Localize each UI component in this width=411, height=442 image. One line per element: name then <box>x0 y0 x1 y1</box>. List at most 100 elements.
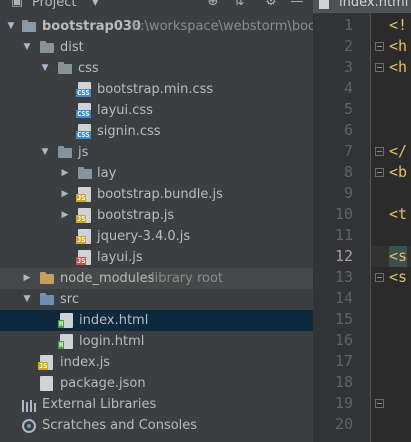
project-view-selector[interactable]: Project <box>32 0 76 12</box>
chevron-down-icon[interactable]: ▼ <box>22 37 32 58</box>
collapse-all-icon[interactable]: ⇅ <box>232 0 246 9</box>
tree-item-css[interactable]: ▼ css <box>0 58 313 79</box>
code-line[interactable]: <s <box>389 267 407 288</box>
folder-icon <box>40 41 54 53</box>
line-number: 10 <box>334 205 353 223</box>
fold-marker-icon[interactable] <box>375 147 384 156</box>
tree-item-label: bootstrap.js <box>97 208 175 223</box>
line-number: 15 <box>334 310 353 328</box>
project-path: E:\workspace\webstorm\bootst <box>132 19 313 34</box>
folder-icon <box>22 20 36 32</box>
line-number: 3 <box>343 58 353 76</box>
tree-item-index-js[interactable]: JS index.js <box>0 352 313 373</box>
line-number: 13 <box>334 268 353 286</box>
tree-item-layui-css[interactable]: CSS layui.css <box>0 100 313 121</box>
tree-item-bootstrap-js[interactable]: ▶ JS bootstrap.js <box>0 205 313 226</box>
chevron-right-icon[interactable]: ▶ <box>60 163 70 184</box>
chevron-right-icon[interactable]: ▶ <box>22 268 32 289</box>
tree-item-external-libraries[interactable]: External Libraries <box>0 394 313 415</box>
html-file-icon: H <box>58 334 73 349</box>
tree-item-layui-js[interactable]: JS layui.js <box>0 247 313 268</box>
html-file-icon: H <box>58 313 73 328</box>
css-file-icon: CSS <box>76 103 91 118</box>
fold-marker-icon[interactable] <box>375 168 384 177</box>
folder-icon <box>78 167 92 179</box>
code-line[interactable]: <s <box>389 246 408 267</box>
tree-item-signin-css[interactable]: CSS signin.css <box>0 121 313 142</box>
gear-icon[interactable]: ⚙ <box>264 0 278 9</box>
tree-item-index-html[interactable]: H index.html <box>0 310 313 331</box>
fold-marker-icon[interactable] <box>375 273 384 282</box>
html-file-icon <box>319 0 329 9</box>
tree-item-scratches-and-consoles[interactable]: Scratches and Consoles <box>0 415 313 436</box>
code-line[interactable]: <t <box>389 204 407 225</box>
folder-icon <box>40 293 54 305</box>
locate-icon[interactable]: ⊕ <box>206 0 220 9</box>
tree-item-label: login.html <box>79 334 145 349</box>
tree-item-lay[interactable]: ▶ lay <box>0 163 313 184</box>
tab-index-html[interactable]: index.html <box>313 0 411 12</box>
fold-marker-icon[interactable] <box>375 42 384 51</box>
tree-item-jquery-js[interactable]: JS jquery-3.4.0.js <box>0 226 313 247</box>
code-line[interactable]: <h <box>389 36 407 57</box>
code-line[interactable]: </ <box>389 141 407 162</box>
fold-marker-icon[interactable] <box>375 399 384 408</box>
tree-item-label: lay <box>97 166 117 181</box>
js-file-icon: JS <box>38 355 53 370</box>
tree-item-bootstrap-bundle-js[interactable]: ▶ JS bootstrap.bundle.js <box>0 184 313 205</box>
code-line[interactable]: <h <box>389 57 407 78</box>
tree-item-label: src <box>60 292 79 307</box>
line-number: 17 <box>334 352 353 370</box>
js-file-icon: JS <box>76 187 91 202</box>
tree-item-login-html[interactable]: H login.html <box>0 331 313 352</box>
line-number: 8 <box>343 163 353 181</box>
css-file-icon: CSS <box>76 82 91 97</box>
tree-item-label: index.html <box>79 313 149 328</box>
gutter-separator <box>370 13 371 442</box>
tree-item-label: index.js <box>60 355 111 370</box>
json-file-icon <box>40 376 53 391</box>
line-number: 14 <box>334 289 353 307</box>
line-number: 4 <box>343 79 353 97</box>
chevron-right-icon[interactable]: ▶ <box>60 184 70 205</box>
tree-item-label: node_modules <box>60 271 155 286</box>
line-number: 5 <box>343 100 353 118</box>
tab-label: index.html <box>339 0 409 10</box>
tree-item-package-json[interactable]: package.json <box>0 373 313 394</box>
tree-item-label: dist <box>60 40 84 55</box>
chevron-down-icon[interactable]: ▼ <box>40 142 50 163</box>
tree-item-js[interactable]: ▼ js <box>0 142 313 163</box>
folder-icon <box>58 146 72 158</box>
hide-panel-icon[interactable]: — <box>290 0 304 9</box>
js-file-icon: JS <box>76 250 91 265</box>
tree-item-node-modules[interactable]: ▶ node_modules library root <box>0 268 313 289</box>
tree-item-label: External Libraries <box>42 397 157 412</box>
tree-item-src[interactable]: ▼ src <box>0 289 313 310</box>
line-number: 19 <box>334 394 353 412</box>
scratches-icon <box>22 419 36 433</box>
line-number: 7 <box>343 142 353 160</box>
chevron-down-icon[interactable]: ▼ <box>40 58 50 79</box>
tree-item-label: bootstrap030 <box>42 19 141 34</box>
tree-item-label: css <box>78 61 99 76</box>
code-line[interactable]: <b <box>389 162 407 183</box>
chevron-down-icon[interactable]: ▼ <box>6 16 16 37</box>
tree-item-bootstrap030[interactable]: ▼ bootstrap030 E:\workspace\webstorm\boo… <box>0 16 313 37</box>
code-line[interactable]: <! <box>389 15 407 36</box>
js-file-icon: JS <box>76 229 91 244</box>
tree-item-bootstrap-min-css[interactable]: CSS bootstrap.min.css <box>0 79 313 100</box>
chevron-down-icon[interactable]: ▾ <box>92 0 99 12</box>
chevron-right-icon[interactable]: ▶ <box>60 205 70 226</box>
fold-marker-icon[interactable] <box>375 63 384 72</box>
tree-item-label: layui.js <box>97 250 143 265</box>
folder-icon <box>58 62 72 74</box>
line-number: 11 <box>334 226 353 244</box>
library-root-hint: library root <box>151 271 224 286</box>
editor-tab-bar: index.html <box>313 0 411 13</box>
tree-item-dist[interactable]: ▼ dist <box>0 37 313 58</box>
library-folder-icon <box>40 272 54 284</box>
project-view-icon[interactable]: ▣ <box>10 0 24 9</box>
tree-item-label: bootstrap.bundle.js <box>97 187 223 202</box>
tree-item-label: package.json <box>60 376 146 391</box>
chevron-down-icon[interactable]: ▼ <box>22 289 32 310</box>
